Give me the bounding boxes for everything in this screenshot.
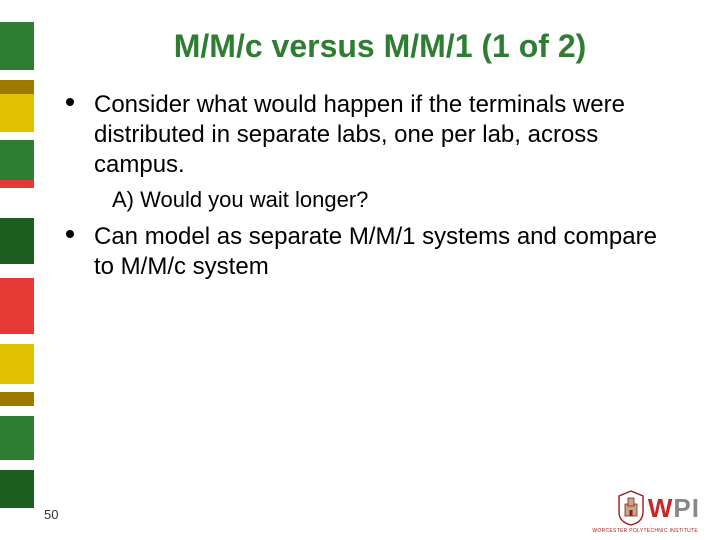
slide-content: Consider what would happen if the termin… bbox=[60, 90, 680, 288]
sub-bullet-text: A) Would you wait longer? bbox=[112, 186, 680, 214]
logo-letter-p: P bbox=[673, 493, 689, 524]
sidebar-segment bbox=[0, 334, 34, 344]
sidebar-segment bbox=[0, 392, 34, 406]
sub-bullet-item: A) Would you wait longer? bbox=[60, 186, 680, 214]
sidebar-segment bbox=[0, 344, 34, 384]
sidebar-segment bbox=[0, 460, 34, 470]
logo-subtitle: WORCESTER POLYTECHNIC INSTITUTE bbox=[592, 528, 698, 534]
logo-letter-i: I bbox=[692, 493, 698, 524]
wpi-logo: W P I bbox=[616, 490, 698, 526]
sidebar-segment bbox=[0, 94, 34, 132]
sidebar-segment bbox=[0, 264, 34, 278]
bullet-item: Consider what would happen if the termin… bbox=[60, 90, 680, 180]
sidebar-segment bbox=[0, 188, 34, 218]
bullet-text: Consider what would happen if the termin… bbox=[94, 90, 680, 180]
sidebar-segment bbox=[0, 406, 34, 416]
sidebar-segment bbox=[0, 70, 34, 80]
bullet-item: Can model as separate M/M/1 systems and … bbox=[60, 222, 680, 282]
sidebar-segment bbox=[0, 278, 34, 334]
sidebar-segment bbox=[0, 22, 34, 70]
sidebar-segment bbox=[0, 218, 34, 264]
logo-letter-w: W bbox=[648, 493, 672, 524]
sidebar-segment bbox=[0, 508, 34, 540]
slide-number: 50 bbox=[44, 507, 58, 522]
wpi-seal-icon bbox=[616, 490, 646, 526]
bullet-icon bbox=[66, 230, 74, 238]
slide-title: M/M/c versus M/M/1 (1 of 2) bbox=[60, 28, 700, 65]
decorative-sidebar bbox=[0, 0, 34, 540]
sidebar-segment bbox=[0, 384, 34, 392]
sidebar-segment bbox=[0, 180, 34, 188]
sidebar-segment bbox=[0, 0, 34, 22]
sidebar-segment bbox=[0, 80, 34, 94]
bullet-text: Can model as separate M/M/1 systems and … bbox=[94, 222, 680, 282]
bullet-icon bbox=[66, 98, 74, 106]
sidebar-segment bbox=[0, 140, 34, 180]
sidebar-segment bbox=[0, 416, 34, 460]
sidebar-segment bbox=[0, 470, 34, 508]
sidebar-segment bbox=[0, 132, 34, 140]
